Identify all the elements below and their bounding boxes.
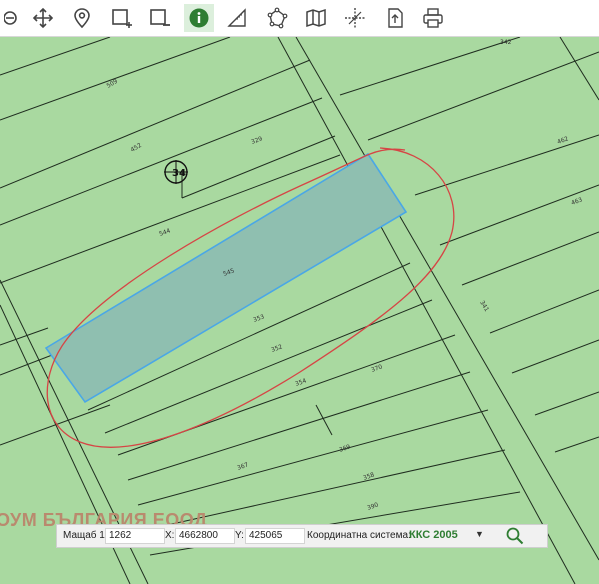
polygon-icon <box>267 7 288 29</box>
print-icon <box>423 8 443 28</box>
rectangle-remove-icon <box>150 9 170 26</box>
export-icon <box>388 8 403 28</box>
coordinate-bar: Мащаб 1: 1262 X: 4662800 Y: 425065 Коорд… <box>56 524 548 548</box>
info-button[interactable] <box>184 4 214 32</box>
zoom-out-button[interactable] <box>0 4 30 32</box>
scale-label: Мащаб 1: <box>63 530 108 541</box>
crs-select[interactable]: ККС 2005 <box>409 529 458 541</box>
measure-icon <box>227 8 246 27</box>
location-pin-icon <box>74 8 90 29</box>
x-coordinate-input[interactable]: 4662800 <box>175 528 235 544</box>
rectangle-select-button[interactable] <box>106 4 136 32</box>
pan-icon <box>32 7 54 29</box>
grid-crosshair-button[interactable] <box>340 4 370 32</box>
search-icon <box>506 527 524 545</box>
info-icon <box>189 8 209 28</box>
measure-button[interactable] <box>222 4 252 32</box>
rectangle-select-icon <box>112 9 132 28</box>
grid-crosshair-icon <box>345 8 365 28</box>
zoom-out-icon <box>4 11 17 25</box>
map-canvas[interactable]: 34 509 452 329 544 545 353 352 354 367 369 370 341 3… <box>0 37 599 584</box>
polygon-button[interactable] <box>262 4 292 32</box>
chevron-down-icon[interactable]: ▼ <box>475 529 484 539</box>
map-toolbar <box>0 0 599 37</box>
scale-input[interactable]: 1262 <box>105 528 165 544</box>
map-button[interactable] <box>301 4 331 32</box>
location-pin-button[interactable] <box>67 4 97 32</box>
marker-label: 34 <box>172 168 186 179</box>
plot-number-342: 342 <box>500 39 512 46</box>
print-button[interactable] <box>418 4 448 32</box>
pan-button[interactable] <box>28 4 58 32</box>
y-label: Y: <box>235 530 244 541</box>
x-label: X: <box>165 530 175 541</box>
map-background <box>0 37 599 584</box>
export-button[interactable] <box>380 4 410 32</box>
crs-label: Координатна система: <box>307 530 411 541</box>
cadastral-map: 34 5094523295445453533523543673693703413… <box>0 37 599 584</box>
search-button[interactable] <box>505 526 525 546</box>
map-icon <box>306 8 326 28</box>
y-coordinate-input[interactable]: 425065 <box>245 528 305 544</box>
rectangle-remove-button[interactable] <box>144 4 174 32</box>
